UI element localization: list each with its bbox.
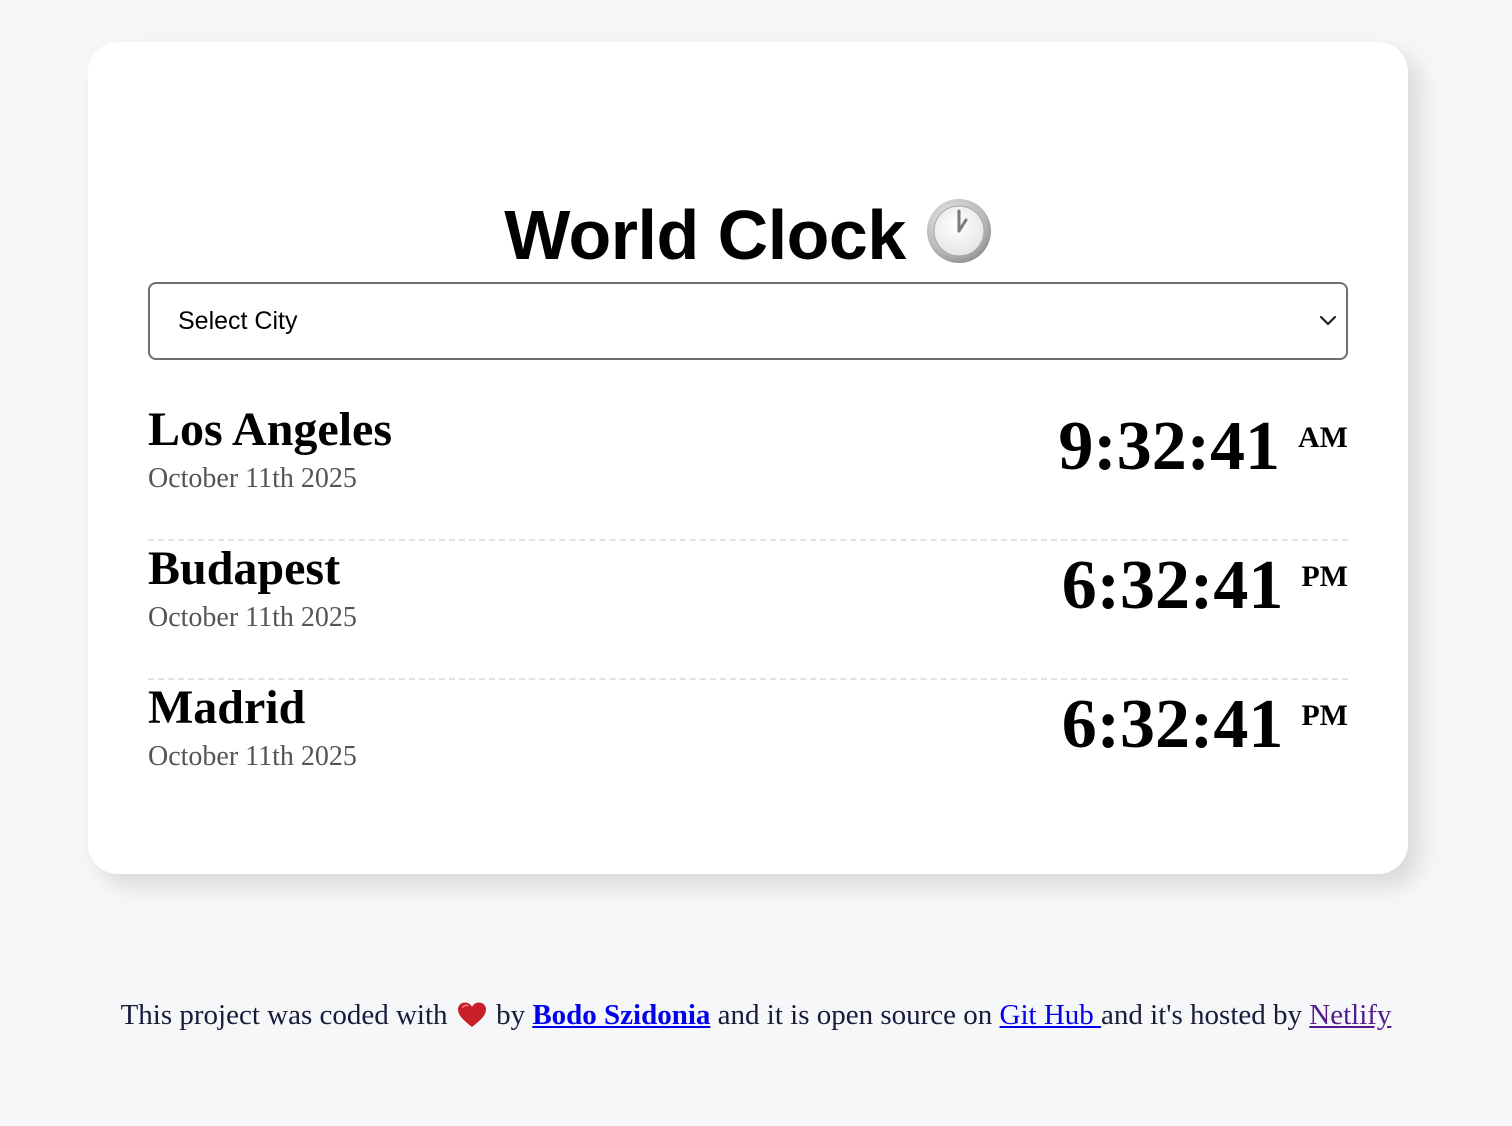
city-name: Madrid xyxy=(148,681,306,734)
city-row-los-angeles: Los Angeles October 11th 2025 9:32:41 AM xyxy=(148,402,1348,541)
footer-text: and it's hosted by xyxy=(1101,999,1303,1031)
time-ampm: PM xyxy=(1301,560,1348,593)
city-name: Los Angeles xyxy=(148,403,393,456)
footer-text: by xyxy=(496,999,526,1031)
world-clock-card: World Clock Select City Los Angeles Octo… xyxy=(88,42,1408,874)
footer-text: This project was coded with xyxy=(120,999,448,1031)
city-select-value: Select City xyxy=(178,307,298,335)
page-title: World Clock xyxy=(504,196,906,274)
city-row-budapest: Budapest October 11th 2025 6:32:41 PM xyxy=(148,541,1348,680)
time-digits: 9:32:41 xyxy=(1058,408,1281,485)
footer-text: and it is open source on xyxy=(717,999,993,1031)
header: World Clock xyxy=(88,190,1408,280)
city-row-madrid: Madrid October 11th 2025 6:32:41 PM xyxy=(148,680,1348,819)
city-name: Budapest xyxy=(148,542,341,595)
city-time: 6:32:41 PM xyxy=(1062,549,1348,623)
city-date: October 11th 2025 xyxy=(148,463,357,494)
heart-icon xyxy=(457,1000,487,1028)
city-time: 6:32:41 PM xyxy=(1062,688,1348,762)
netlify-link[interactable]: Netlify xyxy=(1309,999,1391,1031)
github-link[interactable]: Git Hub xyxy=(1000,999,1102,1031)
city-select[interactable]: Select City xyxy=(148,282,1348,360)
city-time: 9:32:41 AM xyxy=(1058,410,1348,484)
time-ampm: PM xyxy=(1301,699,1348,732)
city-date: October 11th 2025 xyxy=(148,741,357,772)
time-digits: 6:32:41 xyxy=(1061,686,1284,763)
clock-icon xyxy=(926,198,992,264)
time-digits: 6:32:41 xyxy=(1061,547,1284,624)
footer: This project was coded with by Bodo Szid… xyxy=(0,995,1512,1035)
city-date: October 11th 2025 xyxy=(148,602,357,633)
time-ampm: AM xyxy=(1298,421,1348,454)
author-link[interactable]: Bodo Szidonia xyxy=(532,999,710,1031)
chevron-down-icon xyxy=(1318,311,1338,331)
